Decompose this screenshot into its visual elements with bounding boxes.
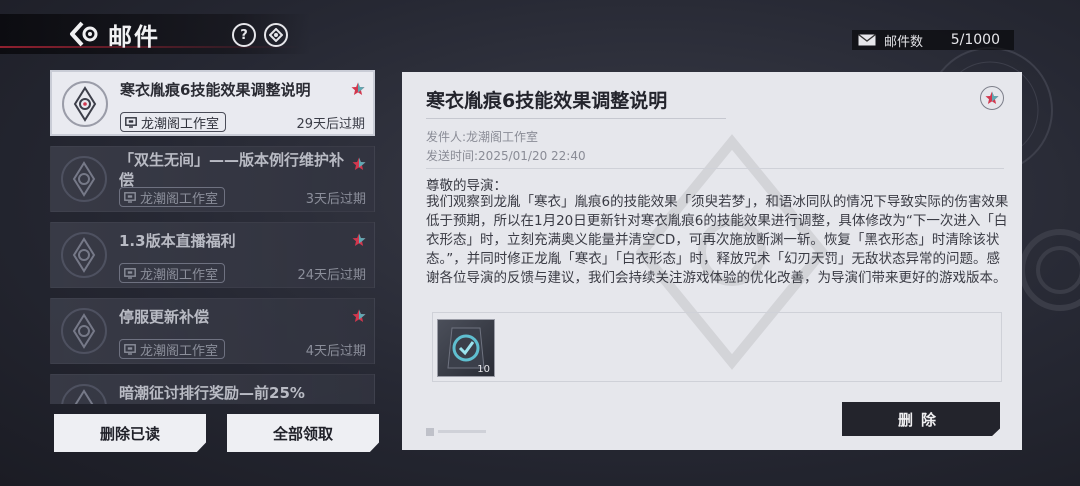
mail-expire: 4天后过期 — [305, 344, 366, 359]
mail-item[interactable]: 停服更新补偿 龙潮阁工作室 4天后过期 — [50, 298, 375, 364]
back-arrow-icon — [70, 21, 98, 47]
mail-expire: 29天后过期 — [296, 117, 365, 132]
favorite-button[interactable] — [980, 86, 1004, 110]
footer-mark — [426, 428, 486, 436]
mail-title: 暗潮征讨排行奖励—前25% — [119, 384, 305, 402]
studio-icon — [124, 343, 136, 355]
help-button[interactable]: ? — [232, 23, 256, 47]
attachment-area: 10 — [432, 312, 1002, 382]
back-button[interactable] — [68, 20, 100, 48]
mail-detail-panel: 寒衣胤痕6技能效果调整说明 发件人:龙潮阁工作室 发送时间:2025/01/20… — [402, 72, 1022, 450]
mail-sender: 龙潮阁工作室 — [140, 267, 219, 283]
delete-mail-button[interactable]: 删除 — [842, 402, 1000, 436]
mail-sender-tag: 龙潮阁工作室 — [119, 263, 226, 283]
detail-sender: 发件人:龙潮阁工作室 — [426, 130, 539, 144]
mail-sender: 龙潮阁工作室 — [140, 343, 219, 359]
mail-list: 寒衣胤痕6技能效果调整说明 龙潮阁工作室 29天后过期 「双生无间」——版本例行… — [50, 70, 375, 404]
mail-title: 寒衣胤痕6技能效果调整说明 — [120, 81, 311, 99]
mail-expire: 3天后过期 — [305, 192, 366, 207]
star-icon — [352, 309, 366, 322]
title-divider — [426, 118, 726, 119]
mail-item[interactable]: 1.3版本直播福利 龙潮阁工作室 24天后过期 — [50, 222, 375, 288]
mail-emblem-icon — [62, 81, 108, 127]
background-rings — [1020, 229, 1080, 311]
attachment-quantity: 10 — [477, 364, 490, 375]
detail-greeting: 尊敬的导演： — [426, 178, 507, 194]
studio-icon — [124, 267, 136, 279]
mail-sender: 龙潮阁工作室 — [141, 116, 220, 132]
claim-all-button[interactable]: 全部领取 — [227, 414, 379, 452]
info-button[interactable] — [264, 23, 288, 47]
detail-title: 寒衣胤痕6技能效果调整说明 — [426, 90, 668, 112]
mail-title: 停服更新补偿 — [119, 308, 210, 326]
mail-sender-tag: 龙潮阁工作室 — [119, 187, 226, 207]
mail-emblem-icon — [61, 384, 107, 404]
delete-read-button[interactable]: 删除已读 — [54, 414, 206, 452]
detail-time: 发送时间:2025/01/20 22:40 — [426, 149, 586, 163]
mail-emblem-icon — [61, 156, 107, 202]
star-icon — [352, 157, 366, 170]
detail-body: 我们观察到龙胤「寒衣」胤痕6的技能效果「须臾若梦」，和语冰同队的情况下导致实际的… — [426, 194, 1009, 286]
help-icon: ? — [240, 27, 248, 43]
studio-icon — [124, 191, 136, 203]
attachment-item[interactable]: 10 — [437, 319, 495, 377]
star-icon — [351, 82, 365, 95]
mail-count-value: 5/1000 — [950, 32, 1000, 48]
meta-divider — [426, 168, 1004, 169]
mail-title: 「双生无间」——版本例行维护补偿 — [119, 151, 345, 189]
page-title: 邮件 — [108, 23, 160, 51]
mail-expire: 24天后过期 — [297, 268, 366, 283]
mail-title: 1.3版本直播福利 — [119, 232, 236, 250]
top-bar: 邮件 ? 邮件数 5/1000 — [0, 0, 1080, 60]
mail-sender: 龙潮阁工作室 — [140, 191, 219, 207]
mail-sender-tag: 龙潮阁工作室 — [120, 112, 227, 132]
mail-item[interactable]: 暗潮征讨排行奖励—前25% — [50, 374, 375, 404]
mail-item[interactable]: 寒衣胤痕6技能效果调整说明 龙潮阁工作室 29天后过期 — [50, 70, 375, 136]
envelope-icon — [858, 34, 876, 46]
mail-count-label: 邮件数 — [884, 34, 924, 50]
star-icon — [352, 233, 366, 246]
star-icon — [985, 91, 999, 104]
mail-emblem-icon — [61, 232, 107, 278]
studio-icon — [125, 116, 137, 128]
diamond-icon — [269, 28, 283, 42]
mail-count-bar: 邮件数 5/1000 — [852, 30, 1014, 50]
mail-emblem-icon — [61, 308, 107, 354]
mail-sender-tag: 龙潮阁工作室 — [119, 339, 226, 359]
mail-item[interactable]: 「双生无间」——版本例行维护补偿 龙潮阁工作室 3天后过期 — [50, 146, 375, 212]
